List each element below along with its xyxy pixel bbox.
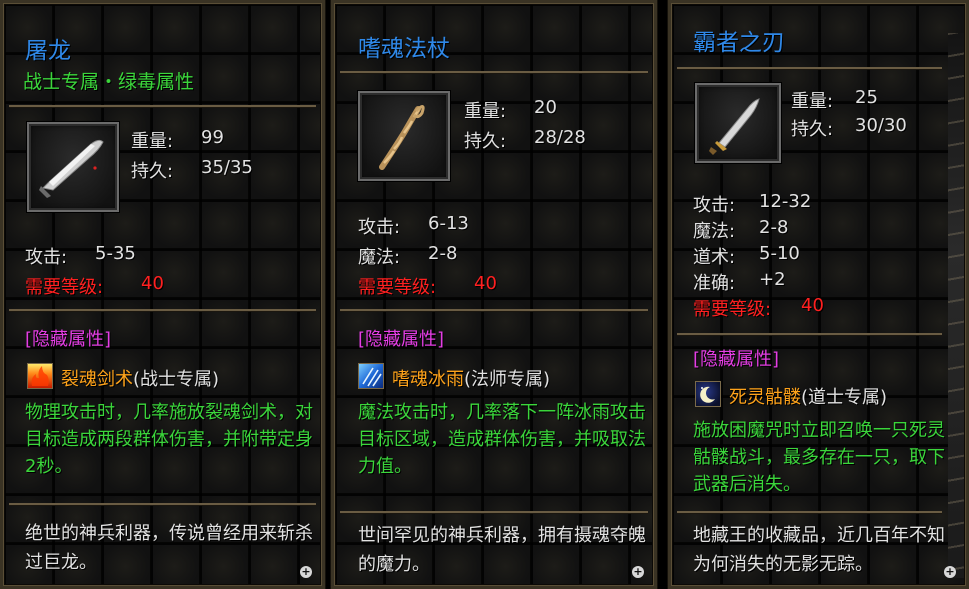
skill-name: 嗜魂冰雨: [392, 369, 464, 390]
required-level-label: 需要等级:: [693, 299, 772, 320]
weight-label: 重量:: [131, 131, 174, 152]
stat-attack-value: 5-35: [95, 243, 136, 264]
hidden-attributes-header: [隐藏属性]: [693, 349, 780, 370]
stat-attack-label: 攻击:: [693, 195, 736, 216]
divider: [9, 503, 316, 505]
skill-description: 魔法攻击时，几率落下一阵冰雨攻击目标区域，造成群体伤害，并吸取法力值。: [358, 402, 646, 477]
durability-value: 28/28: [534, 127, 586, 148]
skill-line: 死灵骷髅(道士专属): [729, 383, 887, 409]
twisted-staff-icon: [379, 105, 425, 170]
durability-label: 持久:: [791, 119, 834, 140]
item-title: 霸者之刃: [693, 30, 785, 56]
durability-value: 30/30: [855, 115, 907, 136]
expand-plus-icon[interactable]: +: [944, 566, 956, 578]
item-icon-slot[interactable]: [357, 90, 451, 182]
item-lore: 地藏王的收藏品，近几百年不知为何消失的无影无踪。: [693, 525, 945, 575]
skill-class: (战士专属): [133, 369, 220, 390]
stat-magic-label: 魔法:: [693, 221, 736, 242]
item-tooltip-panel-3: 霸者之刃 重量: 25 持久: 30/30 攻击: 12-32 魔法: 2-8 …: [667, 0, 969, 589]
divider: [9, 105, 316, 107]
item-lore: 世间罕见的神兵利器，拥有摄魂夺魄的魔力。: [358, 525, 646, 575]
skill-description: 物理攻击时，几率施放裂魂剑术，对目标造成两段群体伤害，并附带定身2秒。: [25, 402, 313, 477]
weight-label: 重量:: [791, 91, 834, 112]
item-icon-slot[interactable]: [26, 121, 120, 213]
item-title: 屠龙: [25, 38, 71, 64]
stat-attack-value: 12-32: [759, 191, 812, 212]
required-level-label: 需要等级:: [25, 277, 104, 298]
skill-line: 裂魂剑术(战士专属): [61, 365, 219, 391]
durability-value: 35/35: [201, 157, 253, 178]
divider: [340, 309, 648, 311]
divider: [677, 333, 942, 335]
short-blade-icon: [709, 98, 760, 155]
stat-magic-label: 魔法:: [358, 247, 401, 268]
stat-attack-value: 6-13: [428, 213, 469, 234]
divider: [340, 511, 648, 513]
divider: [9, 309, 316, 311]
expand-plus-icon[interactable]: +: [632, 566, 644, 578]
durability-label: 持久:: [464, 131, 507, 152]
skill-class: (道士专属): [801, 387, 888, 408]
divider: [340, 71, 648, 73]
required-level-value: 40: [801, 295, 824, 316]
skill-line: 嗜魂冰雨(法师专属): [392, 365, 550, 391]
divider: [677, 67, 942, 69]
stat-magic-value: 2-8: [759, 217, 789, 238]
stat-accuracy-label: 准确:: [693, 273, 736, 294]
required-level-label: 需要等级:: [358, 277, 437, 298]
stat-attack-label: 攻击:: [25, 247, 68, 268]
item-icon-slot[interactable]: [694, 82, 782, 164]
fire-flame-icon: [27, 363, 53, 389]
skill-class: (法师专属): [464, 369, 551, 390]
item-title: 嗜魂法杖: [358, 36, 450, 62]
stat-attack-label: 攻击:: [358, 217, 401, 238]
blade-sword-icon: [39, 139, 104, 198]
stat-magic-value: 2-8: [428, 243, 458, 264]
item-tooltip-panel-1: 屠龙 战士专属・绿毒属性 重量: 99 持久: 35/35 攻击: 5-35 需…: [0, 0, 326, 589]
hidden-attributes-header: [隐藏属性]: [358, 329, 445, 350]
durability-label: 持久:: [131, 161, 174, 182]
stat-taoism-value: 5-10: [759, 243, 800, 264]
hidden-attributes-header: [隐藏属性]: [25, 329, 112, 350]
skill-description: 施放困魔咒时立即召唤一只死灵骷髅战斗，最多存在一只，取下武器后消失。: [693, 420, 945, 495]
item-lore: 绝世的神兵利器，传说曾经用来斩杀过巨龙。: [25, 523, 313, 573]
stat-accuracy-value: +2: [759, 269, 786, 290]
item-tooltip-panel-2: 嗜魂法杖 重量: 20 持久: 28/28 攻击: 6-13 魔法: 2-8 需…: [330, 0, 658, 589]
divider: [677, 511, 942, 513]
ice-rain-icon: [358, 363, 384, 389]
required-level-value: 40: [141, 273, 164, 294]
weight-value: 25: [855, 87, 878, 108]
weight-value: 99: [201, 127, 224, 148]
weight-value: 20: [534, 97, 557, 118]
required-level-value: 40: [474, 273, 497, 294]
item-subtitle: 战士专属・绿毒属性: [23, 71, 195, 93]
weight-label: 重量:: [464, 101, 507, 122]
moon-night-icon: [695, 381, 721, 407]
stat-taoism-label: 道术:: [693, 247, 736, 268]
skill-name: 裂魂剑术: [61, 369, 133, 390]
skill-name: 死灵骷髅: [729, 387, 801, 408]
expand-plus-icon[interactable]: +: [300, 566, 312, 578]
